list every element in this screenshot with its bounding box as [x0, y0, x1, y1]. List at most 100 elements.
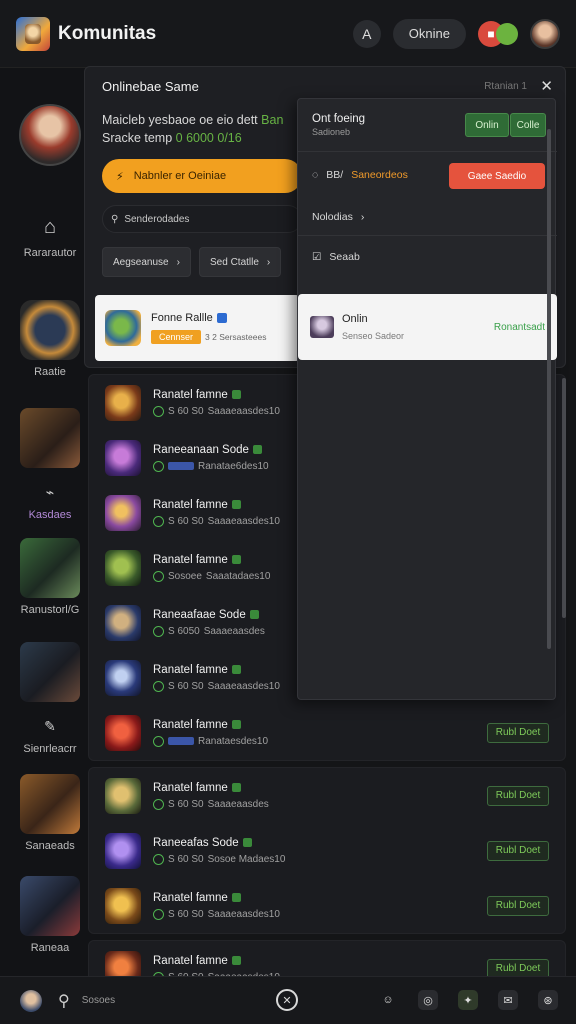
featured-meta: 3 2 Sersasteees [205, 332, 267, 342]
item-title: Ranatel famne [153, 782, 487, 794]
rail-item-edit[interactable]: ✎ Sienrleacrr [0, 718, 100, 755]
check-icon [153, 908, 164, 920]
item-title: Ranatel famne [153, 892, 487, 904]
online-status-pill[interactable]: Oknine [392, 18, 466, 49]
search-input[interactable]: ⚲ Senderodades [102, 205, 302, 233]
item-meta-2: Ranataesdes10 [198, 735, 269, 747]
desc-line-2: Sracke temp [102, 131, 173, 145]
achievement-icon[interactable]: ✦ [458, 990, 478, 1010]
mail-icon[interactable]: ✉ [498, 990, 518, 1010]
item-meta-2: Saaaeaasdes10 [207, 515, 280, 527]
character-icon[interactable]: ☺ [378, 990, 398, 1010]
item-meta-2: Saaatadaes10 [205, 570, 271, 582]
desc-highlight-1: Ban [261, 113, 284, 127]
game-thumbnail [105, 659, 141, 696]
check-icon [153, 680, 164, 692]
desc-highlight-2: 0 6000 0/16 [175, 131, 242, 145]
camera-icon[interactable]: ◎ [418, 990, 438, 1010]
online-button[interactable]: Onlin [465, 113, 509, 137]
call-button[interactable]: Colle [510, 113, 546, 137]
popover-subtitle: Sadioneb [312, 127, 351, 137]
row-label: Seaab [329, 251, 360, 263]
bottom-bar: ⚲ Sosoes ✕ ☺ ◎ ✦ ✉ ⊛ [0, 976, 576, 1024]
item-meta-2: Sosoe Madaes10 [207, 853, 286, 865]
warrior-thumbnail [20, 642, 80, 702]
verified-icon [249, 610, 259, 619]
item-title: Raneeafas Sode [153, 837, 487, 849]
check-icon [153, 625, 164, 637]
search-icon[interactable]: ⚲ [58, 991, 70, 1011]
game-thumbnail [105, 832, 141, 869]
item-meta-2: Saaaeaasdes10 [207, 680, 280, 692]
item-meta-1: S 60 S0 [168, 405, 204, 417]
list-item[interactable]: Ranatel famne S 60 S0 Saaaeaasdes Rubl D… [89, 768, 565, 823]
popover-row-modes[interactable]: Nolodias › [312, 211, 364, 223]
item-title-text: Raneaafaae Sode [153, 608, 246, 621]
popover-row-status[interactable]: ◌ BB/ Saneordeos [312, 169, 408, 181]
crossed-swords-icon[interactable]: ✕ [276, 989, 298, 1011]
rail-item-label: Ranustorl/G [20, 604, 80, 616]
list-item[interactable]: Raneeafas Sode S 60 S0 Sosoe Madaes10 Ru… [89, 823, 565, 878]
link-icon: ⌁ [45, 484, 55, 500]
hero-thumbnail [20, 538, 80, 598]
danger-action-button[interactable]: Gaee Saedio [449, 163, 545, 189]
item-meta-1: S 6050 [168, 625, 200, 637]
rail-item-sanaeads[interactable]: Sanaeads [0, 774, 100, 852]
popover-row-checkbox[interactable]: ☑ Seaab [312, 251, 360, 263]
row-highlight: Saneordeos [351, 169, 408, 181]
notification-indicators[interactable]: ■ [478, 20, 518, 47]
featured-title-text: Fonne Rallle [151, 312, 213, 324]
filter-chip-2[interactable]: Sed Ctatlle › [199, 247, 282, 277]
rail-item-label: Sienrleacrr [23, 743, 77, 755]
game-controller-icon[interactable]: ⊛ [538, 990, 558, 1010]
rail-item-game[interactable] [0, 408, 100, 474]
search-placeholder: Senderodades [124, 213, 190, 225]
status-button[interactable]: A [352, 19, 381, 48]
bottom-search-text[interactable]: Sosoes [82, 995, 115, 1006]
check-icon [153, 570, 164, 582]
primary-action-label: Nabnler er Oeiniae [133, 170, 227, 182]
item-status-button[interactable]: Rubl Doet [487, 840, 549, 861]
item-title-text: Ranatel famne [153, 718, 228, 731]
rail-item-hero[interactable]: Ranustorl/G [0, 538, 100, 616]
verified-icon [231, 720, 241, 729]
check-icon [153, 515, 164, 527]
filter-chip-1[interactable]: Aegseanuse › [102, 247, 191, 277]
dialog-title: Onlinebae Same [102, 79, 199, 94]
verified-icon [216, 313, 227, 323]
popover-scrollbar[interactable] [547, 129, 551, 649]
close-icon[interactable]: ✕ [540, 77, 553, 95]
verified-icon [242, 838, 252, 847]
primary-action-button[interactable]: ⚡︎ Nabnler er Oeiniae [102, 159, 302, 193]
rail-item-raneaa[interactable]: Raneaa [0, 876, 100, 954]
featured-game-card[interactable]: Fonne Rallle Cennser 3 2 Sersasteees [95, 295, 300, 361]
rail-item-warrior[interactable] [0, 642, 100, 708]
rail-item-label: Raneaa [30, 942, 70, 954]
top-bar: Komunitas A Oknine ■ [0, 0, 576, 68]
card-status: Ronantsadt [493, 321, 545, 333]
check-icon [153, 405, 164, 417]
pencil-icon: ✎ [44, 718, 56, 734]
bolt-icon: ⚡︎ [116, 170, 124, 183]
popover-online-card[interactable]: Onlin Senseo Sadeor Ronantsadt [298, 294, 557, 360]
divider [298, 151, 557, 152]
list-item[interactable]: Ranatel famne S 60 S0 Saaaeaasdes10 Rubl… [89, 878, 565, 933]
game-thumbnail [105, 549, 141, 586]
chevron-right-icon: › [176, 256, 180, 268]
user-avatar[interactable] [530, 18, 560, 49]
verified-icon [231, 390, 241, 399]
verified-icon [231, 500, 241, 509]
game-thumbnail [105, 887, 141, 924]
item-status-button[interactable]: Rubl Doet [487, 722, 549, 743]
featured-game-title: Fonne Rallle [151, 312, 266, 324]
list-item[interactable]: Ranatel famne Ranataesdes10 Rubl Doet [89, 705, 565, 760]
item-status-button[interactable]: Rubl Doet [487, 895, 549, 916]
featured-game-thumbnail [105, 310, 141, 346]
list-scrollbar[interactable] [562, 378, 566, 618]
item-status-button[interactable]: Rubl Doet [487, 785, 549, 806]
rail-item-link[interactable]: ⌁ Kasdaes [0, 484, 100, 521]
item-meta-2: Saaaeaasdes [203, 625, 265, 637]
desc-line-1: Maicleb yesbaoe oe eio dett [102, 113, 258, 127]
bottom-avatar[interactable] [20, 989, 42, 1012]
card-subtitle: Senseo Sadeor [342, 331, 405, 341]
